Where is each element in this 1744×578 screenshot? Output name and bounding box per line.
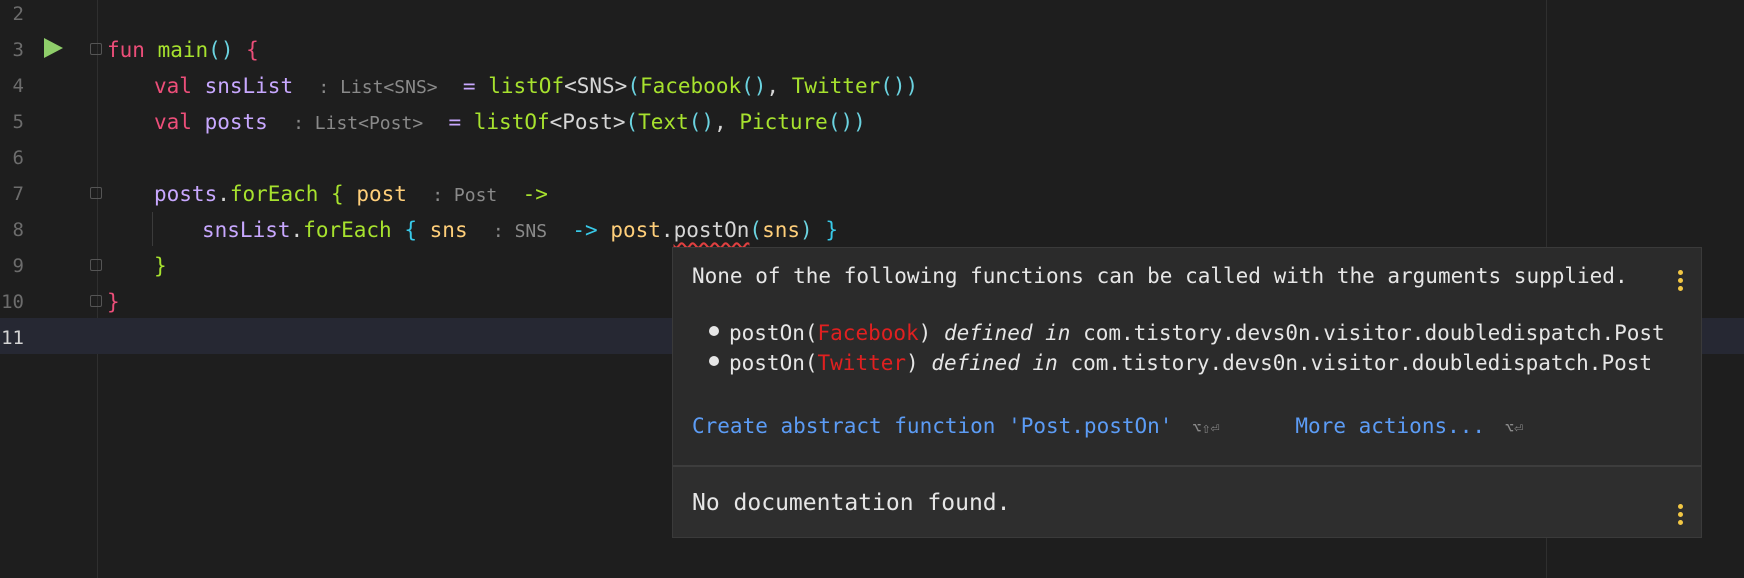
run-icon[interactable] [42,37,64,59]
quick-actions: Create abstract function 'Post.postOn' ⌥⇧… [692,414,1523,438]
call-name: forEach [303,218,392,242]
brace: } [107,290,120,314]
line-number-current: 11 [1,327,24,349]
type-arg: <Post> [549,110,626,134]
type-hint: : SNS [492,221,548,242]
line-number: 6 [12,147,24,169]
more-actions-link[interactable]: More actions... [1295,414,1485,438]
code-line-10[interactable]: } [107,284,120,320]
call-name: listOf [473,110,550,134]
variable-name: snsList [204,74,294,98]
receiver: post [610,218,661,242]
type-hint: : List<SNS> [318,77,438,98]
line-number: 9 [12,255,24,277]
shortcut-hint: ⌥⏎ [1505,419,1524,437]
arg: Picture [739,110,828,134]
function-name: main [157,38,209,62]
lambda-param: post [356,182,407,206]
brace: } [825,218,838,242]
paren: () [688,110,715,134]
receiver: posts [154,182,218,206]
line-number: 3 [12,39,24,61]
line-number: 10 [1,291,24,313]
keyword: val [154,110,192,134]
line-number: 2 [12,3,24,25]
brace: } [154,254,167,278]
arg: Text [638,110,689,134]
fold-end-icon[interactable] [90,259,102,271]
bullet-icon [709,356,719,366]
variable-name: posts [204,110,268,134]
keyword: fun [107,38,145,62]
keyword: val [154,74,192,98]
code-line-3[interactable]: fun main() { [107,32,259,68]
receiver: snsList [202,218,291,242]
paren: ) [800,218,813,242]
paren: ) [853,110,866,134]
type-hint: : Post [432,185,498,206]
arrow: -> [572,218,598,242]
error-call[interactable]: postOn [674,218,750,242]
arg: sns [762,218,801,242]
paren: () [880,74,906,98]
documentation-text: No documentation found. [692,490,1011,516]
arg: Facebook [639,74,742,98]
paren: ) [905,74,919,98]
dot: . [290,218,304,242]
call-name: forEach [229,182,319,206]
more-options-icon[interactable] [1676,270,1684,294]
line-number: 7 [12,183,24,205]
dot: . [217,182,230,206]
paren: ( [627,74,640,98]
code-line-7[interactable]: posts.forEach { post : Post -> [154,176,548,212]
lambda-param: sns [429,218,468,242]
line-number: 4 [12,75,24,97]
code-line-4[interactable]: val snsList : List<SNS> = listOf<SNS>(Fa… [154,68,918,104]
fold-marker-icon[interactable] [90,187,102,199]
paren: () [741,74,767,98]
arrow: -> [522,182,548,206]
code-line-9[interactable]: } [154,248,167,284]
operator: = [448,110,462,134]
paren: () [827,110,854,134]
fold-end-icon[interactable] [90,295,102,307]
shortcut-hint: ⌥⇧⏎ [1192,419,1220,437]
error-message: None of the following functions can be c… [692,264,1628,288]
arg: Twitter [791,74,881,98]
error-tooltip-popup[interactable]: None of the following functions can be c… [672,247,1702,538]
type-hint: : List<Post> [293,113,424,134]
parens: () [208,38,234,62]
candidate-list: postOn(Facebook) defined in com.tistory.… [709,318,1665,378]
line-number: 8 [12,219,24,241]
code-line-5[interactable]: val posts : List<Post> = listOf<Post>(Te… [154,104,866,140]
paren: ( [749,218,763,242]
brace: { [404,218,417,242]
create-function-action-link[interactable]: Create abstract function 'Post.postOn' [692,414,1172,438]
list-item: postOn(Twitter) defined in com.tistory.d… [709,348,1665,378]
comma: , [714,110,727,134]
indent-guide [152,212,153,246]
dot: . [660,218,674,242]
comma: , [766,74,780,98]
fold-marker-icon[interactable] [90,43,102,55]
list-item: postOn(Facebook) defined in com.tistory.… [709,318,1665,348]
code-line-8[interactable]: snsList.forEach { sns : SNS -> post.post… [202,212,838,248]
doc-options-icon[interactable] [1676,504,1684,528]
call-name: listOf [488,74,565,98]
brace: { [246,38,259,62]
type-arg: <SNS> [564,74,628,98]
operator: = [462,74,476,98]
brace: { [331,182,344,206]
paren: ( [625,110,639,134]
line-number: 5 [12,111,24,133]
bullet-icon [709,326,719,336]
